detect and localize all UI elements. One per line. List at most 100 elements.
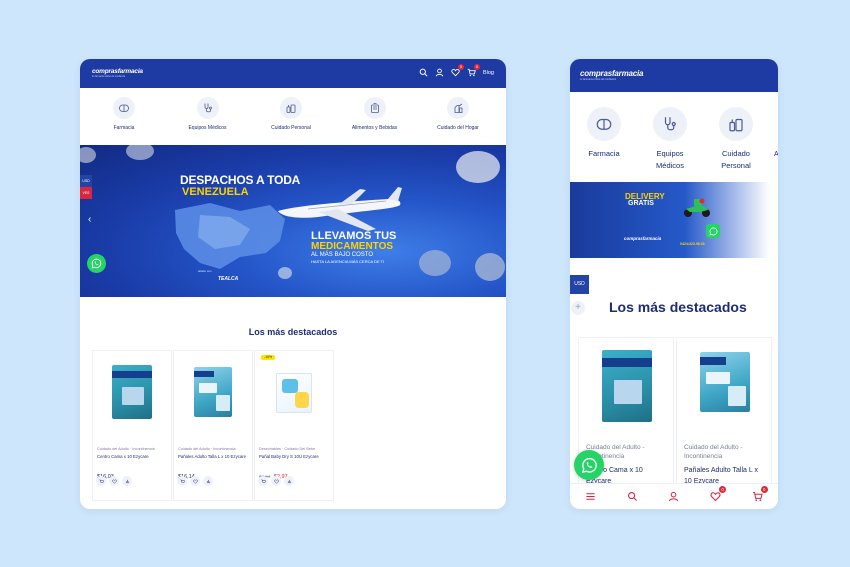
pharmacy-icon bbox=[113, 97, 135, 119]
category-farmacia[interactable]: Farmacia bbox=[94, 97, 154, 131]
category-cuidado-personal[interactable]: Cuidado Personal bbox=[716, 107, 756, 172]
featured-section-title: Los más destacados bbox=[609, 299, 747, 315]
category-label: Cuidado Personal bbox=[721, 149, 751, 170]
product-image bbox=[270, 365, 318, 419]
logo-tagline: tu farmacia online de confianza bbox=[92, 75, 126, 78]
hero-banner[interactable]: DESPACHOS A TODA VENEZUELA LLEVAMOS TUS … bbox=[80, 145, 506, 297]
product-card[interactable]: Cuidado del Adulto - Incontinencia Pañal… bbox=[676, 337, 772, 487]
product-category: Cuidado del Adulto · Incontinencia bbox=[97, 447, 155, 451]
add-to-cart-icon[interactable] bbox=[177, 476, 187, 486]
delivery-banner[interactable]: DELIVERY GRATIS comprasfarmacia 0424•323… bbox=[570, 182, 778, 258]
category-label: Equipos Médicos bbox=[656, 149, 684, 170]
banner-tagline-small: HASTA LA AGENCIA MÁS CERCA DE TI bbox=[311, 259, 385, 264]
blog-link[interactable]: Blog bbox=[483, 70, 494, 76]
category-equipos-medicos[interactable]: Equipos Médicos bbox=[650, 107, 690, 172]
product-category: Cuidado del Adulto - Incontinencia bbox=[684, 444, 743, 460]
personal-care-icon bbox=[280, 97, 302, 119]
banner-illustration bbox=[80, 145, 505, 281]
search-icon[interactable] bbox=[627, 491, 638, 502]
category-alimentos-bebidas[interactable]: Alimentos y Bebidas bbox=[345, 97, 405, 131]
pharmacy-icon bbox=[587, 107, 621, 141]
currency-usd-button[interactable]: USD bbox=[570, 275, 589, 294]
compare-icon[interactable] bbox=[122, 476, 132, 486]
banner-logo: comprasfarmacia bbox=[624, 236, 662, 241]
product-card[interactable]: -16% Desechables · Cuidado Del Bebe Paña… bbox=[254, 350, 334, 501]
category-cuidado-personal[interactable]: Cuidado Personal bbox=[261, 97, 321, 131]
wishlist-icon[interactable] bbox=[109, 476, 119, 486]
category-cuidado-hogar[interactable]: Cuidado del Hogar bbox=[428, 97, 488, 131]
wishlist-count-badge: 0 bbox=[457, 64, 464, 70]
wishlist-count-badge: 0 bbox=[719, 486, 727, 493]
product-image bbox=[189, 365, 237, 419]
add-to-cart-icon[interactable] bbox=[258, 476, 268, 486]
cart-count-badge: 0 bbox=[473, 64, 480, 70]
banner-subheadline-highlight: MEDICAMENTOS bbox=[311, 241, 394, 252]
desktop-mockup: comprasfarmacia tu farmacia online de co… bbox=[80, 59, 506, 509]
compare-icon[interactable] bbox=[203, 476, 213, 486]
product-card[interactable]: Cuidado del Adulto · Incontinencia Pañal… bbox=[173, 350, 253, 501]
product-name[interactable]: Pañal Baby Dry S 10U Ezycare bbox=[259, 454, 329, 468]
category-label: Equipos Médicos bbox=[188, 125, 227, 131]
wishlist-heart-icon[interactable]: 0 bbox=[451, 64, 464, 77]
product-image bbox=[692, 350, 756, 424]
product-image bbox=[108, 365, 156, 419]
cart-icon[interactable]: 0 bbox=[752, 486, 768, 502]
menu-icon[interactable] bbox=[585, 491, 596, 502]
slider-prev-icon[interactable]: ‹ bbox=[88, 215, 91, 225]
featured-products: Cuidado del Adulto · Incontinencia Centr… bbox=[92, 350, 334, 501]
food-icon bbox=[363, 97, 386, 119]
product-category: Cuidado del Adulto · Incontinencia bbox=[178, 447, 236, 451]
user-icon[interactable] bbox=[435, 68, 444, 77]
product-card[interactable]: Cuidado del Adulto · Incontinencia Centr… bbox=[92, 350, 172, 501]
header-icons: 0 0 Blog bbox=[419, 64, 494, 77]
featured-products: Cuidado del Adulto - Incontinencia Centr… bbox=[578, 337, 772, 487]
featured-section-title: Los más destacados bbox=[248, 327, 338, 337]
product-actions bbox=[177, 476, 213, 486]
banner-partner-caption: aliado con bbox=[198, 269, 212, 273]
banner-headline-free: GRATIS bbox=[628, 200, 654, 207]
add-to-cart-icon[interactable] bbox=[96, 476, 106, 486]
product-actions bbox=[258, 476, 294, 486]
discount-badge: -16% bbox=[261, 355, 276, 360]
category-menu: Farmacia Equipos Médicos Cuidado Persona… bbox=[584, 107, 756, 172]
cart-icon[interactable]: 0 bbox=[467, 64, 480, 77]
product-name[interactable]: Pañales Adulto Talla L x 10 Ezycare bbox=[178, 454, 248, 468]
search-icon[interactable] bbox=[419, 68, 428, 77]
logo-text: comprasfarmacia bbox=[580, 69, 644, 78]
wishlist-icon[interactable] bbox=[271, 476, 281, 486]
category-next-partial: A bbox=[774, 151, 778, 158]
product-actions bbox=[96, 476, 132, 486]
personal-care-icon bbox=[719, 107, 753, 141]
whatsapp-icon bbox=[706, 224, 720, 238]
compare-icon[interactable] bbox=[284, 476, 294, 486]
currency-ves-button[interactable]: VES bbox=[80, 187, 92, 199]
whatsapp-icon[interactable] bbox=[574, 450, 604, 480]
scooter-icon bbox=[684, 198, 710, 217]
logo-text: comprasfarmacia bbox=[92, 68, 143, 75]
site-logo[interactable]: comprasfarmacia tu farmacia online de co… bbox=[580, 69, 643, 81]
currency-usd-button[interactable]: USD bbox=[80, 175, 92, 187]
stethoscope-icon bbox=[653, 107, 687, 141]
plus-icon[interactable]: + bbox=[571, 301, 585, 315]
product-image bbox=[594, 350, 658, 424]
wishlist-icon[interactable] bbox=[190, 476, 200, 486]
category-equipos-medicos[interactable]: Equipos Médicos bbox=[178, 97, 238, 131]
mobile-header: comprasfarmacia tu farmacia online de co… bbox=[570, 59, 778, 92]
category-label: Cuidado del Hogar bbox=[437, 125, 479, 131]
banner-partner-logo: TEALCA bbox=[218, 276, 239, 282]
category-menu: Farmacia Equipos Médicos Cuidado Persona… bbox=[80, 97, 506, 131]
banner-phone: 0424•323.98.03 bbox=[680, 242, 705, 246]
category-label: Cuidado Personal bbox=[271, 125, 311, 131]
banner-headline-country: VENEZUELA bbox=[182, 186, 249, 198]
banner-headline: DESPACHOS A TODA bbox=[180, 173, 301, 187]
product-name[interactable]: Centro Cama x 10 Ezycare bbox=[97, 454, 167, 468]
category-farmacia[interactable]: Farmacia bbox=[584, 107, 624, 172]
category-label: Farmacia bbox=[588, 149, 620, 158]
banner-tagline: AL MÁS BAJO COSTO bbox=[311, 252, 374, 258]
mobile-bottom-nav: 0 0 bbox=[570, 483, 778, 509]
wishlist-heart-icon[interactable]: 0 bbox=[710, 486, 727, 502]
whatsapp-icon[interactable] bbox=[87, 254, 106, 273]
site-logo[interactable]: comprasfarmacia tu farmacia online de co… bbox=[92, 68, 143, 78]
logo-tagline: tu farmacia online de confianza bbox=[580, 78, 616, 81]
user-icon[interactable] bbox=[668, 491, 679, 502]
